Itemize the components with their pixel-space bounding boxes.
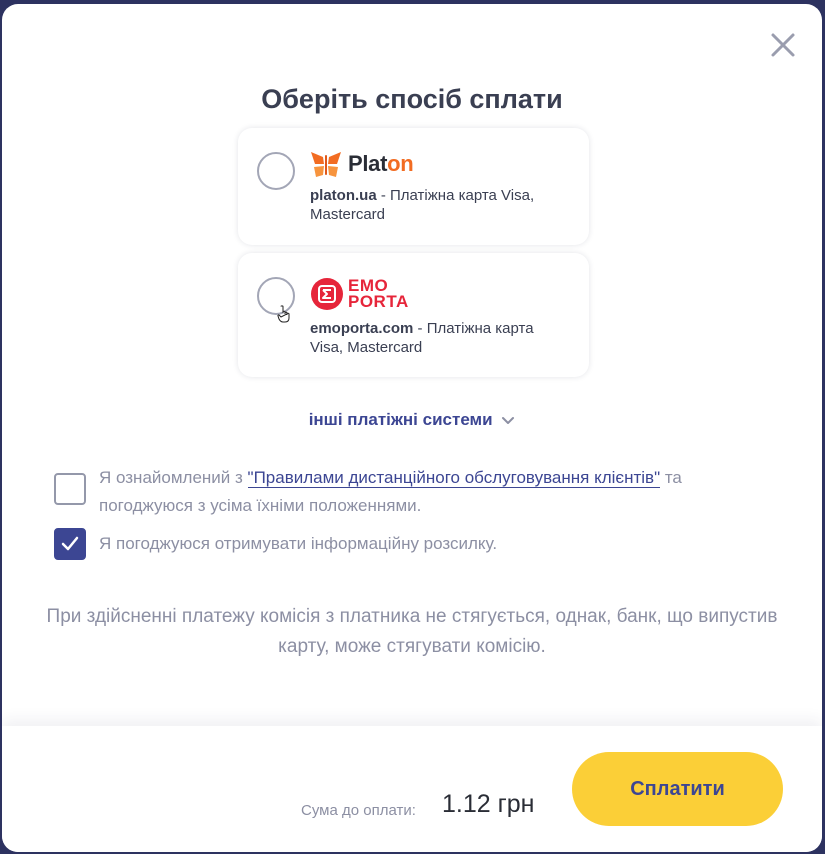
pay-button[interactable]: Сплатити [572, 752, 783, 826]
rules-link[interactable]: "Правилами дистанційного обслуговування … [247, 468, 661, 488]
platon-site: platon.ua [310, 187, 377, 204]
newsletter-text: Я погоджуюся отримувати інформаційну роз… [99, 534, 498, 553]
emoporta-sigma-icon [311, 278, 343, 310]
chevron-down-icon [502, 416, 515, 424]
platon-logo: Platon [310, 150, 414, 178]
rules-agreement-checkbox[interactable] [54, 473, 86, 505]
checkmark-icon [61, 536, 79, 551]
radio-platon[interactable] [257, 152, 295, 190]
rules-agreement-text: Я ознайомлений з "Правилами дистанційног… [99, 468, 682, 515]
emoporta-logo: EMO PORTA [310, 277, 409, 311]
payment-modal: Оберіть спосіб сплати Platon platon.ua -… [2, 4, 822, 852]
hand-cursor-icon [277, 305, 290, 323]
other-payment-systems-toggle[interactable]: інші платіжні системи [2, 410, 822, 430]
close-icon[interactable] [770, 32, 796, 58]
platon-logo-text: Platon [348, 151, 414, 176]
modal-title: Оберіть спосіб сплати [261, 84, 563, 114]
emoporta-logo-text: EMO PORTA [348, 276, 409, 311]
payment-footer: Сума до оплати: 1.12 грн Сплатити [2, 726, 822, 852]
newsletter-row: Я погоджуюся отримувати інформаційну роз… [54, 528, 779, 560]
rules-agreement-row: Я ознайомлений з "Правилами дистанційног… [54, 464, 779, 520]
newsletter-checkbox[interactable] [54, 528, 86, 560]
emoporta-site: emoporta.com [310, 320, 414, 337]
emoporta-description: emoporta.com - Платіжна карта Visa, Mast… [310, 320, 534, 356]
sum-label: Сума до оплати: [301, 802, 416, 819]
commission-note: При здійсненні платежу комісія з платник… [46, 606, 778, 657]
platon-description: platon.ua - Платіжна карта Visa, Masterc… [310, 187, 535, 223]
platon-butterfly-icon [311, 152, 341, 177]
other-payment-systems-label: інші платіжні системи [308, 410, 493, 429]
sum-value: 1.12 грн [442, 790, 535, 818]
payment-option-platon[interactable]: Platon platon.ua - Платіжна карта Visa, … [238, 128, 589, 245]
